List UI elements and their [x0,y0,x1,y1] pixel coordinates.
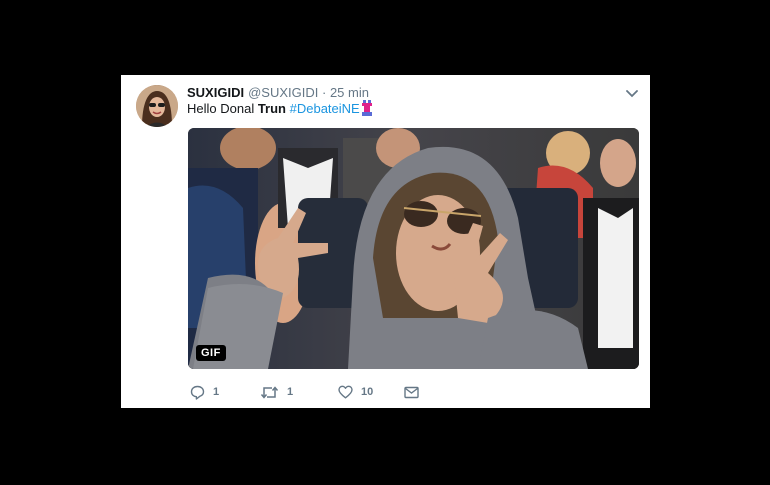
timestamp[interactable]: 25 min [330,85,369,100]
tweet-actions: 1 1 10 [188,382,488,402]
tweet-text: Hello Donal Trun #DebateiNE [187,100,373,121]
retweet-button[interactable]: 1 [260,382,293,402]
chevron-down-icon[interactable] [624,87,640,101]
like-count: 10 [361,386,374,398]
direct-message-button[interactable] [404,382,427,402]
gif-badge: GIF [196,345,226,361]
avatar[interactable] [136,85,178,127]
heart-icon [338,385,353,399]
tweet-text-prefix: Hello Donal [187,101,258,116]
gif-frame [188,128,639,369]
tweet-text-bold: Trun [257,101,286,116]
hashtag-link[interactable]: #DebateiNE [290,101,360,116]
handle[interactable]: @SUXIGIDI [248,85,318,100]
reply-button[interactable]: 1 [190,382,219,402]
hashtag-emoji-icon [361,100,373,121]
retweet-count: 1 [287,386,294,398]
reply-icon [190,385,205,400]
reply-count: 1 [213,386,220,398]
separator: · [321,85,327,100]
gif-media[interactable]: GIF [188,128,639,369]
tweet-card[interactable]: SUXIGIDI @SUXIGIDI · 25 min Hello Donal T… [121,75,650,408]
display-name[interactable]: SUXIGIDI [187,85,244,100]
like-button[interactable]: 10 [338,382,373,402]
direct-message-icon [404,386,419,398]
retweet-icon [260,385,279,399]
